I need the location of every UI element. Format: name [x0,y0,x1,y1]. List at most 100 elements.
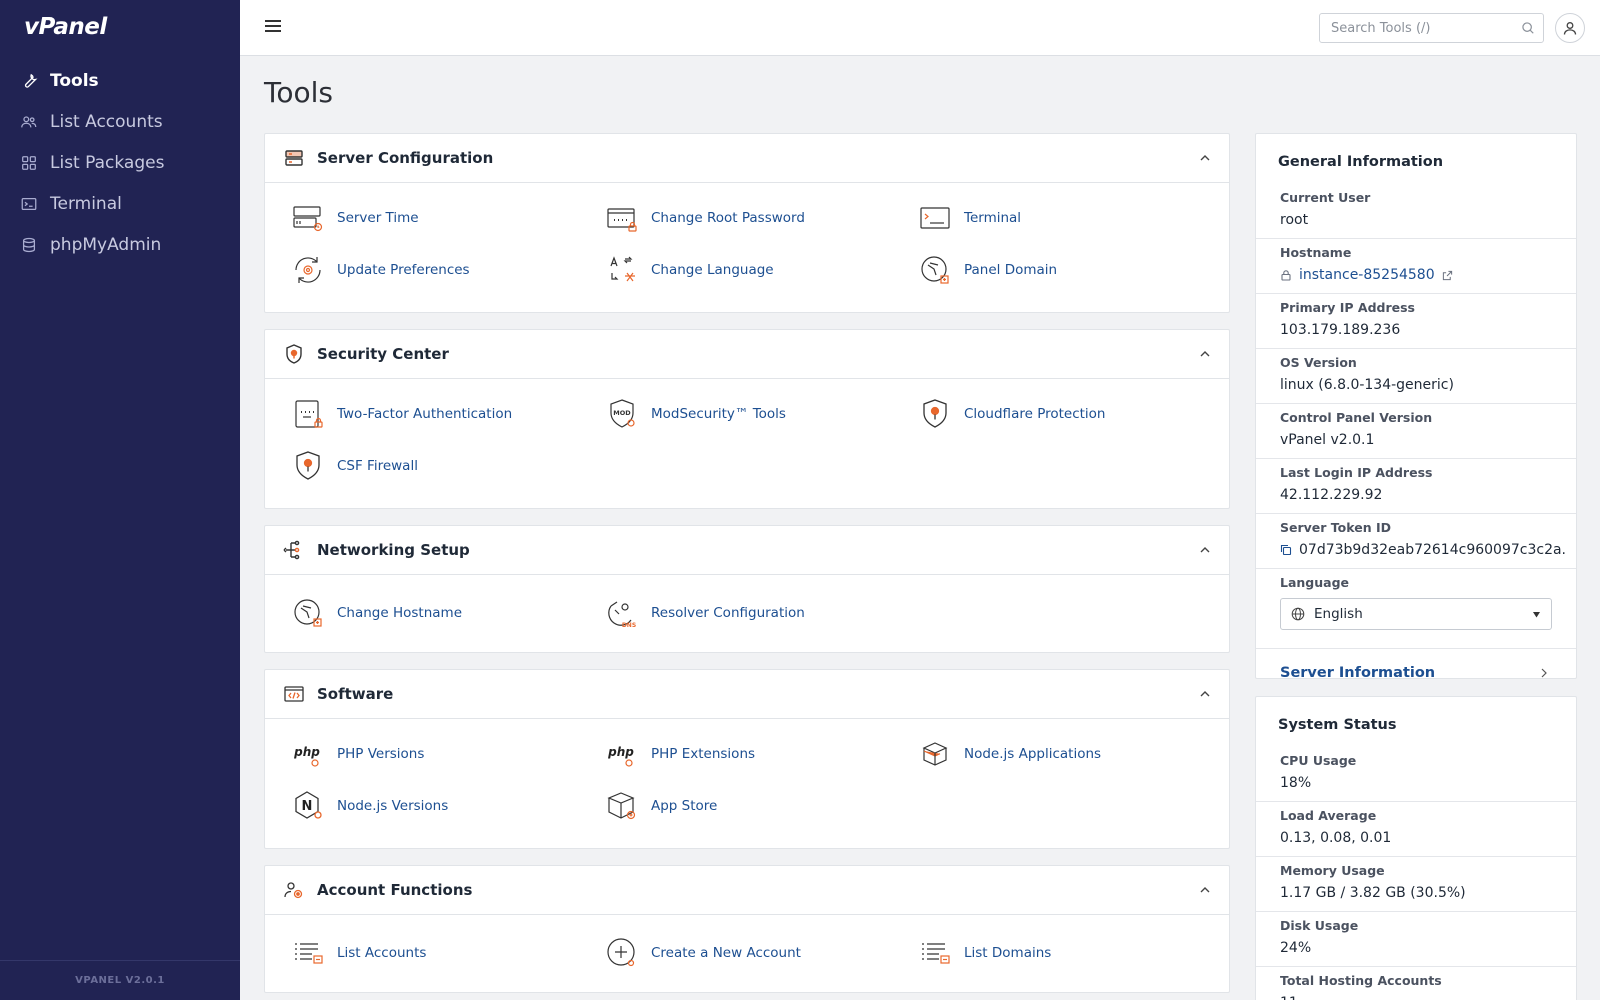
info-label: Load Average [1280,808,1377,823]
two-factor-icon [295,400,323,428]
nodejs-icon: N [295,791,322,819]
info-label: Total Hosting Accounts [1280,973,1442,988]
tool-php-extensions[interactable]: php PHP Extensions [605,736,755,772]
password-lock-icon [607,208,637,232]
tool-label: Create a New Account [651,945,801,961]
page-title: Tools [264,76,333,109]
section-header[interactable]: Account Functions [265,866,1229,915]
sidebar-nav: Tools List Accounts List Packages Termin… [0,60,240,265]
info-label: CPU Usage [1280,753,1357,768]
disk-usage-value: 24% [1280,940,1312,956]
chevron-up-icon[interactable] [1199,884,1211,896]
load-average-value: 0.13, 0.08, 0.01 [1280,830,1392,846]
server-token-field[interactable]: 07d73b9d32eab72614c960097c3c2a... [1280,542,1565,558]
tool-two-factor-authentication[interactable]: Two-Factor Authentication [291,396,512,432]
svg-text:N: N [302,799,313,814]
svg-text:MOD: MOD [613,409,631,417]
copy-icon[interactable] [1280,544,1292,556]
tool-modsecurity-tools[interactable]: MOD ModSecurity™ Tools [605,396,786,432]
section-security-center: Security Center Two-Factor Authenticatio… [264,329,1230,509]
tool-list-accounts[interactable]: List Accounts [291,935,426,971]
hostname-link[interactable]: instance-85254580 [1280,267,1565,283]
code-window-icon [284,686,304,702]
tool-cloudflare-protection[interactable]: Cloudflare Protection [918,396,1106,432]
hostname-icon [294,599,322,627]
svg-text:DNS: DNS [622,622,636,629]
section-header[interactable]: Security Center [265,330,1229,379]
os-version-row: OS Version linux (6.8.0-134-generic) [1256,349,1576,404]
sidebar-item-list-accounts[interactable]: List Accounts [0,101,240,142]
tool-label: Update Preferences [337,262,470,278]
sidebar-item-list-packages[interactable]: List Packages [0,142,240,183]
tool-terminal[interactable]: Terminal [918,200,1021,236]
section-header[interactable]: Software [265,670,1229,719]
add-circle-icon [607,938,635,967]
tool-panel-domain[interactable]: Panel Domain [918,252,1057,288]
sidebar-item-tools[interactable]: Tools [0,60,240,101]
os-version-value: linux (6.8.0-134-generic) [1280,377,1454,393]
section-title: Account Functions [317,881,473,899]
tool-update-preferences[interactable]: Update Preferences [291,252,470,288]
tool-resolver-configuration[interactable]: DNS Resolver Configuration [605,595,805,631]
section-header[interactable]: Server Configuration [265,134,1229,183]
info-label: OS Version [1280,355,1357,370]
user-menu-button[interactable] [1555,13,1585,43]
tool-csf-firewall[interactable]: CSF Firewall [291,448,418,484]
system-status-card: System Status CPU Usage 18% Load Average… [1255,696,1577,1000]
language-select[interactable]: English [1280,598,1552,630]
server-information-link[interactable]: Server Information [1256,649,1576,697]
chevron-up-icon[interactable] [1199,348,1211,360]
tool-list-domains[interactable]: List Domains [918,935,1051,971]
svg-text:php: php [293,745,320,759]
tool-label: App Store [651,798,718,814]
sidebar-item-label: Tools [50,70,99,91]
total-hosting-accounts-row: Total Hosting Accounts 11 [1256,967,1576,1000]
tool-change-root-password[interactable]: Change Root Password [605,200,805,236]
terminal-icon [21,197,37,210]
tool-app-store[interactable]: App Store [605,788,717,824]
account-gear-icon [284,882,303,899]
tool-label: CSF Firewall [337,458,418,474]
tool-change-language[interactable]: Change Language [605,252,774,288]
chevron-up-icon[interactable] [1199,544,1211,556]
cpu-usage-row: CPU Usage 18% [1256,747,1576,802]
modsecurity-icon: MOD [610,399,635,428]
load-average-row: Load Average 0.13, 0.08, 0.01 [1256,802,1576,857]
list-icon [295,943,323,964]
tool-create-new-account[interactable]: Create a New Account [605,935,801,971]
tool-label: ModSecurity™ Tools [651,406,786,422]
tool-label: Panel Domain [964,262,1058,278]
tool-server-time[interactable]: Server Time [291,200,419,236]
tool-nodejs-applications[interactable]: Node.js Applications [918,736,1101,772]
lock-icon [1281,270,1291,281]
info-label: Memory Usage [1280,863,1385,878]
search-icon[interactable] [1521,21,1535,35]
primary-ip-value: 103.179.189.236 [1280,322,1401,338]
tool-change-hostname[interactable]: Change Hostname [291,595,462,631]
php-icon: php [293,745,320,767]
tool-label: Change Root Password [651,210,805,226]
hamburger-menu-icon[interactable] [264,18,282,34]
search-input[interactable] [1320,14,1510,42]
tool-label: Resolver Configuration [651,605,805,621]
hostname-value: instance-85254580 [1299,267,1435,283]
section-header[interactable]: Networking Setup [265,526,1229,575]
info-label: Language [1280,575,1350,590]
server-icon [285,150,303,166]
section-software: Software php PHP Versions php PHP Extens… [264,669,1230,849]
tool-label: List Accounts [337,945,427,961]
sidebar-item-terminal[interactable]: Terminal [0,183,240,224]
sidebar-item-label: List Packages [50,152,165,173]
terminal-icon [920,207,950,229]
network-icon [283,540,300,560]
nodejs-apps-icon [922,742,948,766]
sidebar-item-phpmyadmin[interactable]: phpMyAdmin [0,224,240,265]
section-server-configuration: Server Configuration Server Time Change … [264,133,1230,313]
app-logo[interactable]: vPanel [24,14,107,40]
tool-nodejs-versions[interactable]: N Node.js Versions [291,788,448,824]
tool-label: Node.js Applications [964,746,1102,762]
chevron-up-icon[interactable] [1199,688,1211,700]
chevron-up-icon[interactable] [1199,152,1211,164]
tool-php-versions[interactable]: php PHP Versions [291,736,424,772]
users-icon [21,115,37,127]
